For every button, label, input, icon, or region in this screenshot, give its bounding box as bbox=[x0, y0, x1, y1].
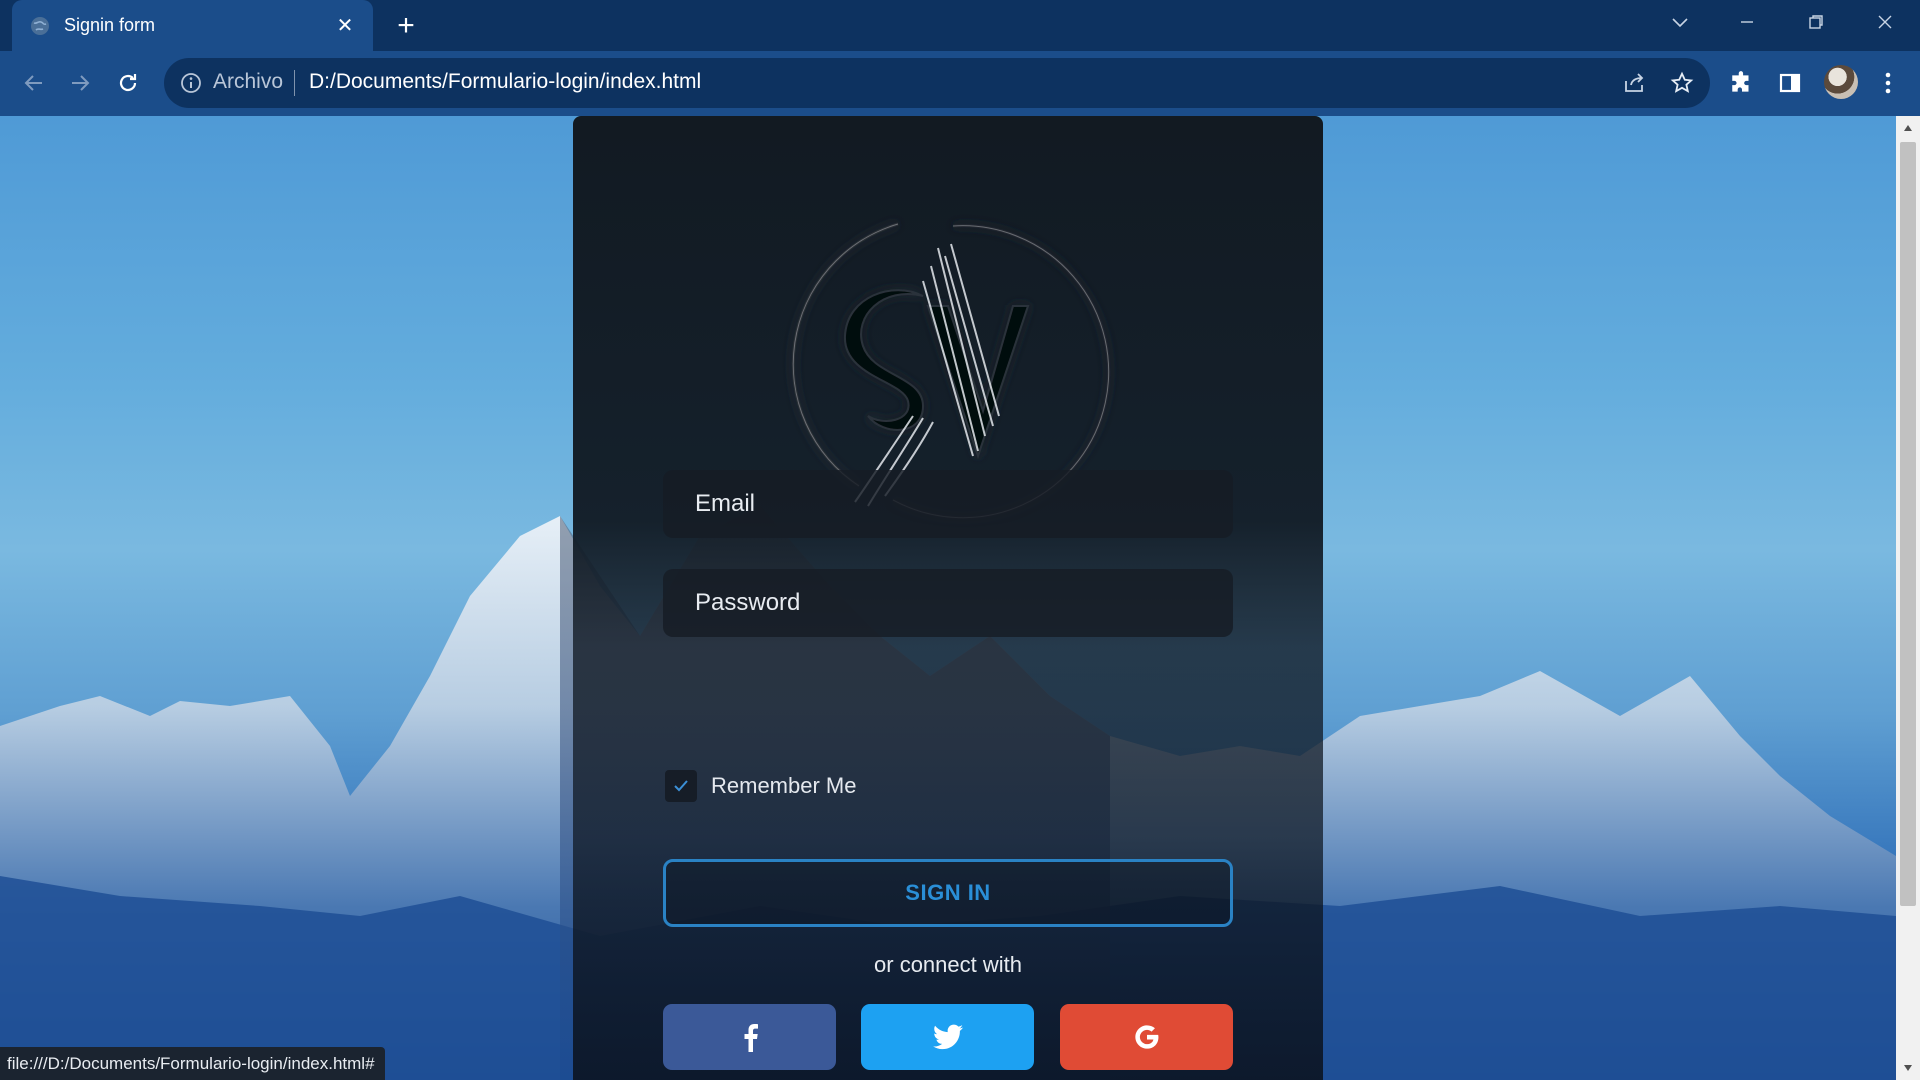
puzzle-icon bbox=[1732, 71, 1749, 92]
minimize-icon bbox=[1741, 21, 1753, 23]
status-url-bubble: file:///D:/Documents/Formulario-login/in… bbox=[0, 1047, 385, 1080]
email-field[interactable]: Email bbox=[663, 470, 1233, 538]
arrow-left-icon bbox=[24, 75, 42, 91]
scroll-down-button[interactable] bbox=[1896, 1056, 1920, 1080]
tab-title: Signin form bbox=[64, 15, 156, 35]
new-tab-button[interactable]: + bbox=[390, 10, 422, 42]
info-icon[interactable] bbox=[180, 72, 202, 94]
restore-icon bbox=[1809, 15, 1823, 29]
minimize-button[interactable] bbox=[1717, 0, 1777, 44]
twitter-button[interactable] bbox=[861, 1004, 1034, 1070]
side-panel-icon bbox=[1779, 73, 1801, 93]
share-icon[interactable] bbox=[1622, 71, 1646, 95]
menu-button[interactable] bbox=[1874, 69, 1902, 97]
triangle-down-icon bbox=[1904, 1065, 1912, 1071]
page-viewport: Email Password Remember Me SIGN IN or co… bbox=[0, 116, 1896, 1080]
forward-button[interactable] bbox=[58, 61, 102, 105]
close-icon bbox=[1878, 15, 1892, 29]
page-scrollbar[interactable] bbox=[1896, 116, 1920, 1080]
facebook-button[interactable] bbox=[663, 1004, 836, 1070]
back-button[interactable] bbox=[12, 61, 56, 105]
remember-me-checkbox[interactable] bbox=[665, 770, 697, 802]
password-field[interactable]: Password bbox=[663, 569, 1233, 637]
address-bar[interactable]: Archivo D:/Documents/Formulario-login/in… bbox=[164, 58, 1710, 108]
url-text[interactable]: D:/Documents/Formulario-login/index.html bbox=[309, 70, 701, 94]
google-icon bbox=[1134, 1025, 1158, 1049]
tab-signin-form[interactable]: Signin form ✕ bbox=[12, 0, 373, 51]
remember-me-row[interactable]: Remember Me bbox=[665, 770, 856, 802]
side-panel-button[interactable] bbox=[1776, 69, 1804, 97]
connect-with-text: or connect with bbox=[874, 952, 1022, 977]
scheme-label: Archivo bbox=[213, 70, 284, 93]
restore-button[interactable] bbox=[1786, 0, 1846, 44]
tab-strip: Signin form ✕ + bbox=[0, 0, 1920, 51]
login-card: Email Password Remember Me SIGN IN or co… bbox=[573, 116, 1323, 1080]
chevron-down-icon bbox=[1672, 18, 1688, 28]
tab-search-button[interactable] bbox=[1650, 0, 1710, 44]
more-vertical-icon bbox=[1885, 72, 1891, 94]
address-divider bbox=[294, 70, 295, 96]
sign-in-button[interactable]: SIGN IN bbox=[663, 859, 1233, 927]
scroll-up-button[interactable] bbox=[1896, 116, 1920, 140]
globe-icon bbox=[31, 16, 49, 35]
arrow-right-icon bbox=[72, 75, 90, 91]
profile-avatar[interactable] bbox=[1824, 65, 1858, 99]
check-icon bbox=[674, 780, 688, 792]
twitter-icon bbox=[932, 1024, 963, 1050]
triangle-up-icon bbox=[1904, 125, 1912, 131]
extensions-button[interactable] bbox=[1728, 69, 1756, 97]
google-button[interactable] bbox=[1060, 1004, 1233, 1070]
reload-button[interactable] bbox=[106, 61, 150, 105]
browser-toolbar: Archivo D:/Documents/Formulario-login/in… bbox=[0, 51, 1920, 116]
reload-icon bbox=[119, 74, 137, 92]
star-icon[interactable] bbox=[1670, 71, 1694, 95]
remember-me-label: Remember Me bbox=[711, 773, 857, 798]
tab-close-button[interactable]: ✕ bbox=[331, 12, 359, 40]
close-window-button[interactable] bbox=[1855, 0, 1915, 44]
facebook-icon bbox=[744, 1024, 758, 1052]
scroll-thumb[interactable] bbox=[1900, 142, 1916, 906]
